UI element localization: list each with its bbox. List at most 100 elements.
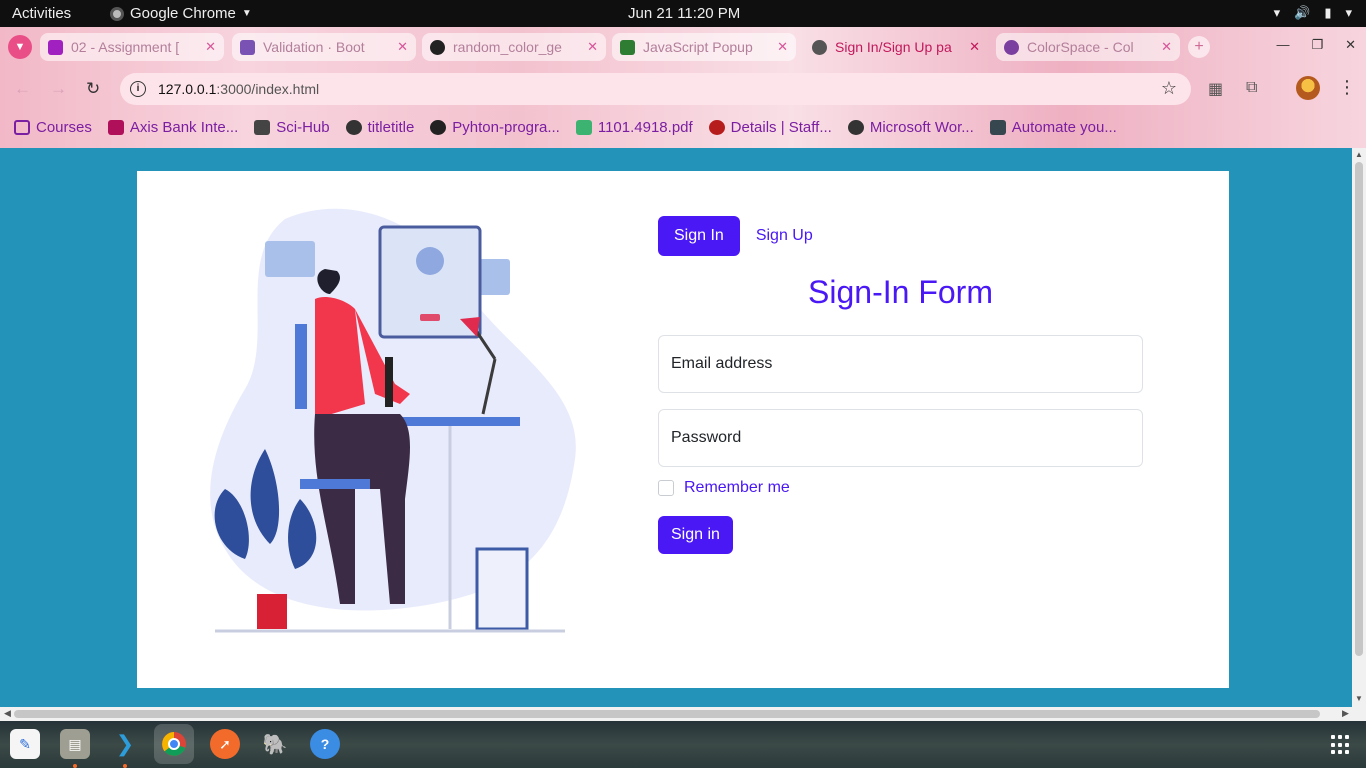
text-editor-icon[interactable]: ✎ [10, 729, 40, 759]
browser-tab[interactable]: Validation · Boot ✕ [232, 33, 416, 61]
vertical-scrollbar[interactable]: ▲ ▼ [1352, 148, 1366, 707]
app-menu[interactable]: Google Chrome ▼ [110, 5, 252, 22]
close-icon[interactable]: ✕ [777, 39, 788, 55]
volume-icon: 🔊 [1294, 5, 1311, 20]
horizontal-scroll-thumb[interactable] [14, 710, 1320, 718]
minimize-icon[interactable]: — [1276, 37, 1289, 53]
bookmark-label: Microsoft Wor... [869, 118, 974, 136]
scroll-left-icon[interactable]: ◀ [4, 708, 11, 719]
close-icon[interactable]: ✕ [969, 39, 980, 55]
signin-form: Sign In Sign Up Sign-In Form Email addre… [658, 216, 1143, 554]
bookmark-item[interactable]: Details | Staff... [708, 118, 832, 136]
horizontal-scrollbar[interactable]: ◀ ▶ [0, 707, 1366, 721]
bookmark-label: Sci-Hub [276, 118, 330, 136]
system-tray[interactable]: ▾ 🔊 ▮ ▾ [1274, 5, 1352, 21]
files-icon[interactable]: ▤ [60, 729, 90, 759]
chrome-logo-icon [162, 732, 186, 756]
new-tab-button[interactable]: + [1188, 36, 1210, 58]
window-controls: — ❐ ✕ [1276, 37, 1356, 53]
tab-sign-in[interactable]: Sign In [658, 216, 740, 256]
password-field[interactable]: Password [658, 409, 1143, 467]
scroll-down-icon[interactable]: ▼ [1355, 694, 1363, 703]
dock: ✎ ▤ ❯ ➚ 🐘 ? [0, 721, 1366, 768]
signin-card: Sign In Sign Up Sign-In Form Email addre… [137, 171, 1229, 688]
close-icon[interactable]: ✕ [205, 39, 216, 55]
bootstrap-icon [240, 39, 255, 55]
scroll-up-icon[interactable]: ▲ [1355, 150, 1363, 159]
close-icon[interactable]: ✕ [397, 39, 408, 55]
browser-tab[interactable]: JavaScript Popup ✕ [612, 33, 796, 61]
postman-icon[interactable]: ➚ [210, 729, 240, 759]
bookmark-label: Automate you... [1011, 118, 1117, 136]
bookmark-item[interactable]: Sci-Hub [254, 118, 330, 136]
classroom-icon [48, 39, 63, 55]
bookmark-item[interactable]: Courses [14, 119, 92, 136]
chrome-icon[interactable] [154, 724, 194, 764]
browser-tab[interactable]: random_color_ge ✕ [422, 33, 606, 61]
tab-title: Sign In/Sign Up pa [835, 39, 952, 55]
globe-icon [345, 119, 362, 135]
battery-icon: ▮ [1324, 5, 1332, 20]
browser-chrome: ▼ 02 - Assignment [ ✕ Validation · Boot … [0, 27, 1366, 148]
bookmark-label: Pyhton-progra... [452, 118, 560, 136]
app-grid-icon[interactable] [1331, 735, 1351, 755]
site-info-icon[interactable]: i [130, 81, 146, 97]
url-path: :3000/index.html [216, 81, 320, 97]
auth-tabs: Sign In Sign Up [658, 216, 1143, 256]
tab-sign-up[interactable]: Sign Up [756, 216, 813, 256]
bookmark-item[interactable]: Microsoft Wor... [847, 118, 974, 136]
bookmark-item[interactable]: titletitle [345, 119, 414, 136]
address-bar[interactable]: i 127.0.0.1:3000/index.html ☆ [120, 73, 1191, 105]
close-window-icon[interactable]: ✕ [1345, 37, 1356, 53]
tab-title: 02 - Assignment [ [71, 39, 180, 55]
pdf-icon [575, 119, 592, 135]
browser-tab-active[interactable]: Sign In/Sign Up pa ✕ [804, 33, 988, 61]
vertical-scroll-thumb[interactable] [1355, 162, 1363, 656]
scroll-right-icon[interactable]: ▶ [1342, 708, 1349, 719]
wifi-icon: ▾ [1273, 5, 1281, 20]
bookmarks-bar: Courses Axis Bank Inte... Sci-Hub titlet… [0, 115, 1366, 139]
extension-icon[interactable]: ▦ [1208, 79, 1223, 99]
tab-title: random_color_ge [453, 39, 562, 55]
bookmark-item[interactable]: Pyhton-progra... [430, 119, 560, 136]
bookmark-item[interactable]: Automate you... [989, 118, 1117, 136]
back-icon[interactable]: ← [14, 79, 31, 99]
sign-in-submit-button[interactable]: Sign in [658, 516, 733, 554]
running-indicator [123, 764, 127, 768]
globe-icon [847, 119, 864, 135]
remember-me-label[interactable]: Remember me [684, 479, 790, 497]
remember-me-checkbox[interactable] [658, 480, 674, 496]
github-icon [430, 119, 447, 135]
tab-title: Validation · Boot [263, 39, 365, 55]
browser-tab[interactable]: ColorSpace - Col ✕ [996, 33, 1180, 61]
bookmark-item[interactable]: 1101.4918.pdf [575, 119, 693, 136]
chevron-down-icon: ▾ [1345, 5, 1352, 20]
restore-icon[interactable]: ❐ [1311, 37, 1323, 53]
forward-icon[interactable]: → [50, 79, 67, 99]
help-icon[interactable]: ? [310, 729, 340, 759]
menu-kebab-icon[interactable]: ⋮ [1338, 77, 1356, 98]
password-floating-label: Password [671, 429, 742, 446]
email-field[interactable]: Email address [658, 335, 1143, 393]
postgres-icon[interactable]: 🐘 [260, 729, 290, 759]
tab-search-button[interactable]: ▼ [8, 35, 32, 59]
close-icon[interactable]: ✕ [587, 39, 598, 55]
extensions-puzzle-icon[interactable]: ⧉ [1246, 79, 1257, 97]
clock[interactable]: Jun 21 11:20 PM [628, 5, 740, 22]
tab-title: JavaScript Popup [643, 39, 753, 55]
bookmark-item[interactable]: Axis Bank Inte... [107, 119, 238, 136]
axis-icon [107, 119, 124, 135]
scihub-icon [254, 119, 271, 135]
reload-icon[interactable]: ↻ [86, 79, 100, 99]
running-indicator [73, 764, 77, 768]
system-top-bar: Activities Google Chrome ▼ Jun 21 11:20 … [0, 0, 1366, 27]
profile-avatar[interactable] [1296, 76, 1320, 100]
chevron-down-icon: ▼ [241, 8, 252, 19]
folder-icon [14, 119, 30, 135]
vscode-icon[interactable]: ❯ [110, 729, 140, 759]
bookmark-star-icon[interactable]: ☆ [1161, 78, 1177, 99]
activities-button[interactable]: Activities [12, 5, 71, 22]
close-icon[interactable]: ✕ [1161, 39, 1172, 55]
bookmark-label: Details | Staff... [730, 118, 832, 136]
browser-tab[interactable]: 02 - Assignment [ ✕ [40, 33, 224, 61]
